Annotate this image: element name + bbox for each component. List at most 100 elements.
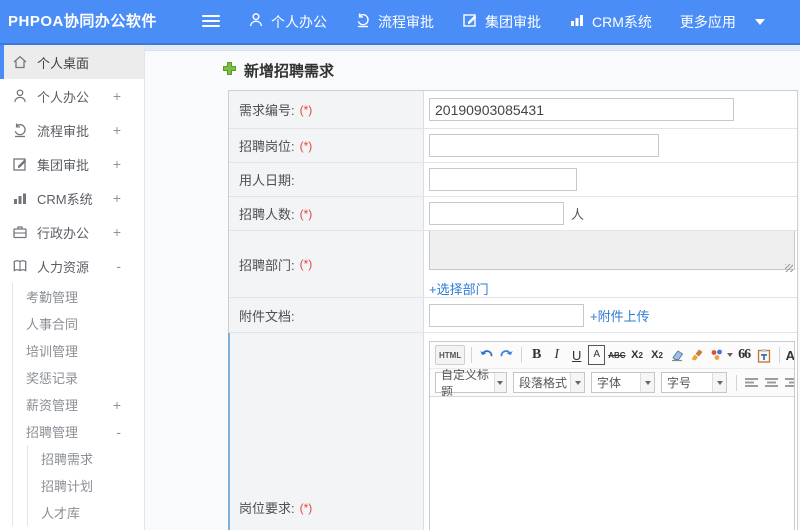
sidebar-item-label: 流程审批	[37, 123, 90, 139]
field-label: 招聘人数: (*)	[229, 197, 424, 230]
app-window: PHPOA协同办公软件 个人办公 流程审批 集团审批 CRM系统 更多应用 个人…	[0, 0, 800, 530]
superscript-button[interactable]: X2	[629, 345, 646, 365]
field-label: 岗位要求: (*)	[229, 333, 424, 530]
nav-group-approval[interactable]: 集团审批	[462, 12, 541, 32]
caret-down-icon	[493, 373, 506, 392]
expand-plus-icon[interactable]: +	[113, 147, 121, 181]
strikethrough-button[interactable]: ABC	[608, 345, 625, 365]
sidebar-item-attendance[interactable]: 考勤管理	[13, 283, 144, 310]
field-label-text: 招聘人数:	[239, 207, 295, 222]
sidebar-item-label: 个人办公	[37, 89, 90, 105]
sidebar-item-label: 招聘需求	[41, 452, 94, 467]
align-center-button[interactable]	[763, 373, 780, 393]
sidebar-item-rewards[interactable]: 奖惩记录	[13, 364, 144, 391]
expand-plus-icon[interactable]: +	[113, 215, 121, 249]
sidebar-item-recruit-demand[interactable]: 招聘需求	[28, 445, 144, 472]
rich-text-editor: HTML B I U A ABC X 2 X 2 66 自定义标题 段落格式 字…	[429, 341, 795, 530]
attachment-upload-link[interactable]: +附件上传	[590, 306, 650, 325]
caret-down-icon	[754, 18, 765, 25]
superscript-base: X	[631, 349, 639, 361]
sidebar-item-personal-office[interactable]: 个人办公 +	[0, 79, 144, 113]
required-mark: (*)	[299, 102, 313, 117]
hire-date-input[interactable]	[429, 168, 577, 191]
topbar-nav: 个人办公 流程审批 集团审批 CRM系统 更多应用	[248, 0, 765, 43]
sidebar-item-group-approval[interactable]: 集团审批 +	[0, 147, 144, 181]
undo-button[interactable]	[478, 345, 495, 365]
sidebar-item-crm[interactable]: CRM系统 +	[0, 181, 144, 215]
department-textarea-wrap	[429, 231, 795, 275]
demand-no-input[interactable]	[429, 98, 734, 121]
font-family-select[interactable]: 字体	[591, 372, 655, 393]
editor-content[interactable]	[430, 397, 794, 530]
format-brush-button[interactable]	[689, 345, 706, 365]
italic-button[interactable]: I	[548, 345, 565, 365]
hamburger-menu-icon[interactable]	[202, 15, 222, 30]
caret-down-icon	[712, 373, 726, 392]
form-row-demand-no: 需求编号: (*)	[229, 91, 797, 129]
field-label-text: 需求编号:	[239, 103, 295, 118]
bold-button[interactable]: B	[528, 345, 545, 365]
form-row-headcount: 招聘人数: (*) 人	[229, 197, 797, 231]
sidebar-item-label: 薪资管理	[26, 398, 79, 413]
choose-department-link[interactable]: +选择部门	[429, 279, 489, 297]
font-size-select[interactable]: 字号	[661, 372, 727, 393]
nav-label: 流程审批	[378, 13, 434, 30]
form-row-position: 招聘岗位: (*)	[229, 129, 797, 163]
position-input[interactable]	[429, 134, 659, 157]
form-row-job-requirements: 岗位要求: (*) HTML B I U A ABC X 2 X 2 66 自定…	[228, 333, 797, 530]
field-label-text: 附件文档:	[239, 308, 295, 324]
sidebar-item-training[interactable]: 培训管理	[13, 337, 144, 364]
topbar-shadow-strip	[145, 45, 800, 51]
department-textarea[interactable]	[429, 231, 795, 270]
eraser-button[interactable]	[669, 345, 686, 365]
collapse-minus-icon[interactable]: -	[116, 418, 121, 445]
align-right-button[interactable]	[783, 373, 794, 393]
field-label: 招聘岗位: (*)	[229, 129, 424, 162]
sidebar-item-talent-pool[interactable]: 人才库	[28, 499, 144, 526]
attachment-input[interactable]	[429, 303, 584, 327]
chart-icon	[569, 12, 585, 31]
hr-submenu: 考勤管理 人事合同 培训管理 奖惩记录 薪资管理 + 招聘管理 - 招聘需求 招…	[12, 283, 144, 526]
color-palette-button[interactable]	[709, 345, 733, 365]
text-style-button[interactable]: A	[588, 345, 606, 365]
nav-more-apps[interactable]: 更多应用	[680, 12, 765, 32]
nav-personal-office[interactable]: 个人办公	[248, 12, 327, 32]
sidebar-item-label: 个人桌面	[37, 55, 90, 71]
subscript-button[interactable]: X2	[649, 345, 666, 365]
field-value: +选择部门	[424, 231, 797, 297]
sidebar-item-label: 招聘计划	[41, 479, 94, 494]
recruitment-submenu: 招聘需求 招聘计划 人才库	[27, 445, 144, 526]
align-left-button[interactable]	[743, 373, 760, 393]
user-icon	[248, 12, 264, 31]
sidebar-item-salary[interactable]: 薪资管理 +	[13, 391, 144, 418]
heading-select[interactable]: 自定义标题	[435, 369, 507, 396]
nav-workflow-approval[interactable]: 流程审批	[355, 12, 434, 32]
underline-button[interactable]: U	[568, 345, 585, 365]
expand-plus-icon[interactable]: +	[113, 79, 121, 113]
paragraph-format-select[interactable]: 段落格式	[513, 372, 585, 393]
redo-button[interactable]	[498, 345, 515, 365]
paste-button[interactable]	[756, 345, 773, 365]
sidebar-item-label: 考勤管理	[26, 290, 79, 305]
sidebar-item-recruit-plan[interactable]: 招聘计划	[28, 472, 144, 499]
caret-down-icon	[726, 353, 733, 357]
collapse-minus-icon[interactable]: -	[116, 249, 121, 283]
headcount-input[interactable]	[429, 202, 564, 225]
sidebar-item-recruitment[interactable]: 招聘管理 -	[13, 418, 144, 445]
html-source-button[interactable]: HTML	[435, 345, 466, 365]
expand-plus-icon[interactable]: +	[113, 391, 121, 418]
sidebar-item-hr[interactable]: 人力资源 -	[0, 249, 144, 283]
sidebar-item-label: 奖惩记录	[26, 371, 79, 386]
app-logo: PHPOA协同办公软件	[8, 13, 157, 30]
sidebar-item-hr-contract[interactable]: 人事合同	[13, 310, 144, 337]
font-color-letter: A	[786, 348, 794, 363]
font-color-button[interactable]: A	[786, 345, 794, 365]
nav-crm[interactable]: CRM系统	[569, 12, 652, 32]
expand-plus-icon[interactable]: +	[113, 181, 121, 215]
blockquote-button[interactable]: 66	[736, 345, 753, 365]
sidebar-item-desktop[interactable]: 个人桌面	[0, 45, 144, 79]
caret-down-icon	[570, 373, 584, 392]
expand-plus-icon[interactable]: +	[113, 113, 121, 147]
sidebar-item-workflow-approval[interactable]: 流程审批 +	[0, 113, 144, 147]
sidebar-item-admin-office[interactable]: 行政办公 +	[0, 215, 144, 249]
